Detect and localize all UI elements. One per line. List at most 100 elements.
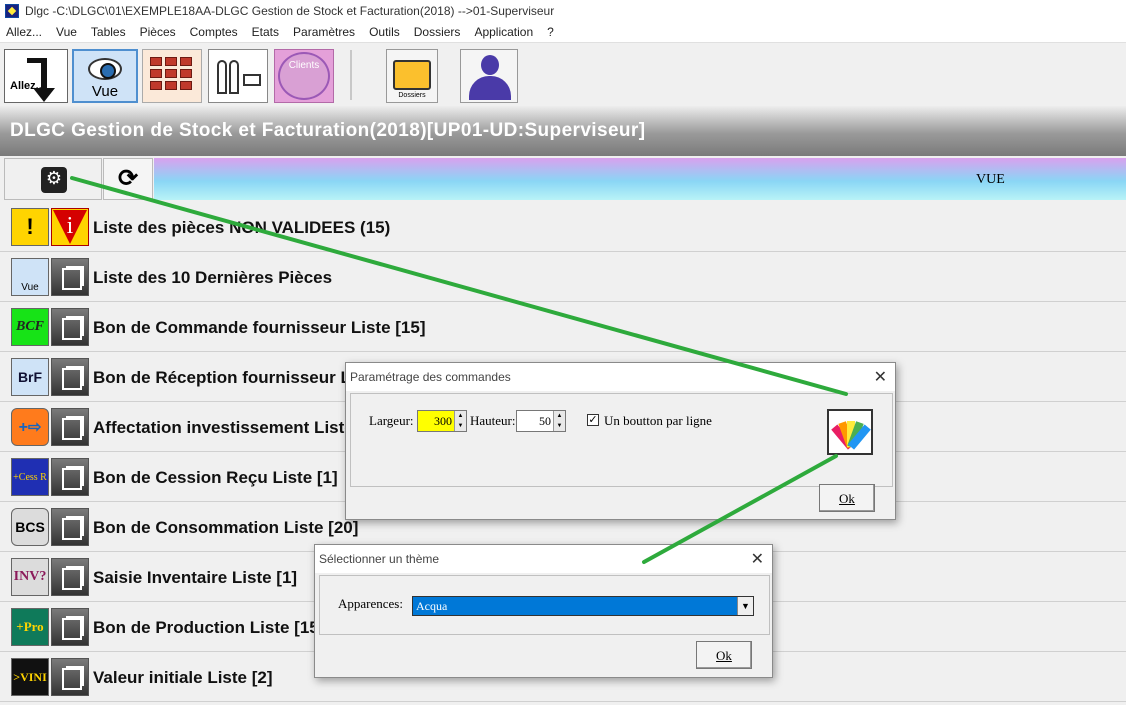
bcs-icon: BCS <box>11 508 49 546</box>
settings-button[interactable] <box>4 158 102 200</box>
vini-icon: >VINI <box>11 658 49 696</box>
list-item-label: Valeur initiale Liste [2] <box>93 668 273 687</box>
info-red-icon <box>51 208 89 246</box>
doctor-body <box>469 76 511 100</box>
app-logo-icon <box>5 4 19 18</box>
list-item-label: Bon de Production Liste [15] <box>93 618 325 637</box>
menu-dossiers[interactable]: Dossiers <box>408 25 469 39</box>
menu-help[interactable]: ? <box>541 25 562 39</box>
affectation-icon: +⇨ <box>11 408 49 446</box>
largeur-stepper[interactable]: 300 ▲ ▼ <box>417 410 467 432</box>
menu-vue[interactable]: Vue <box>50 25 85 39</box>
toolbar: Allez... Vue Clients Dossiers <box>0 44 1126 106</box>
people-cart-button[interactable] <box>208 49 268 103</box>
menu-comptes[interactable]: Comptes <box>184 25 246 39</box>
ok-button[interactable]: Ok <box>696 641 752 669</box>
list-item[interactable]: ! Liste des pièces NON VALIDEES (15) <box>0 202 1126 252</box>
folder-icon <box>393 60 431 90</box>
dialog-commandes: Paramétrage des commandes ✕ Largeur: 300… <box>345 362 896 520</box>
vue-bar-label: VUE <box>976 172 1005 187</box>
vue-button-label: Vue <box>91 83 119 100</box>
menu-parametres[interactable]: Paramètres <box>287 25 363 39</box>
grid-cell <box>165 57 177 66</box>
person-icon <box>217 60 227 94</box>
checkbox-label: Un boutton par ligne <box>604 413 712 428</box>
grid-cell <box>180 57 192 66</box>
app-window: Dlgc -C:\DLGC\01\EXEMPLE18AA-DLGC Gestio… <box>0 0 1126 705</box>
gear-icon <box>41 167 67 193</box>
dossiers-button[interactable]: Dossiers <box>386 49 438 103</box>
grid-cell <box>150 69 162 78</box>
document-icon <box>51 258 89 296</box>
grid-cell <box>180 69 192 78</box>
dialog-commandes-panel: Largeur: 300 ▲ ▼ Hauteur: 50 ▲ ▼ ✓ Un bout… <box>350 393 893 487</box>
toolbar-separator <box>350 50 352 100</box>
document-icon <box>51 408 89 446</box>
vue-button[interactable]: Vue <box>72 49 138 103</box>
refresh-button[interactable]: ⟳ <box>103 158 153 200</box>
menu-bar: Allez... Vue Tables Pièces Comptes Etats… <box>0 22 1126 43</box>
largeur-label: Largeur: <box>369 413 414 428</box>
document-icon <box>51 658 89 696</box>
menu-etats[interactable]: Etats <box>246 25 287 39</box>
apparences-value: Acqua <box>416 599 448 613</box>
menu-application[interactable]: Application <box>468 25 541 39</box>
hauteur-stepper[interactable]: 50 ▲ ▼ <box>516 410 566 432</box>
dossiers-button-label: Dossiers <box>398 92 426 99</box>
document-icon <box>51 558 89 596</box>
refresh-icon: ⟳ <box>117 165 139 192</box>
dialog-theme-title: Sélectionner un thème <box>315 545 772 573</box>
document-icon <box>51 608 89 646</box>
chevron-down-icon[interactable]: ▼ <box>737 597 753 615</box>
supervisor-button[interactable] <box>460 49 518 103</box>
vue-bar: VUE <box>154 158 1126 200</box>
person-icon <box>229 60 239 94</box>
menu-outils[interactable]: Outils <box>363 25 408 39</box>
title-bar: Dlgc -C:\DLGC\01\EXEMPLE18AA-DLGC Gestio… <box>0 0 1126 22</box>
list-item-label: Bon de Consommation Liste [20] <box>93 518 359 537</box>
grid-icon <box>150 57 162 66</box>
dialog-theme: Sélectionner un thème ✕ Apparences: Acqu… <box>314 544 773 678</box>
view-header-strip: ⟳ VUE <box>0 157 1126 202</box>
cart-icon <box>243 74 261 86</box>
theme-palette-button[interactable] <box>827 409 873 455</box>
spin-arrows-icon[interactable]: ▲ ▼ <box>553 411 565 431</box>
inventaire-icon: INV? <box>11 558 49 596</box>
brf-icon: BrF <box>11 358 49 396</box>
clients-button-label: Clients <box>288 60 320 71</box>
list-item-label: Bon de Cession Reçu Liste [1] <box>93 468 338 487</box>
menu-allez[interactable]: Allez... <box>0 25 50 39</box>
ok-button[interactable]: Ok <box>819 484 875 512</box>
cession-icon: +Cess R <box>11 458 49 496</box>
grid-cell <box>150 81 162 90</box>
eye-icon <box>88 58 122 80</box>
menu-tables[interactable]: Tables <box>85 25 134 39</box>
spin-arrows-icon[interactable]: ▲ ▼ <box>454 411 466 431</box>
allez-button[interactable]: Allez... <box>4 49 68 103</box>
banner-title: DLGC Gestion de Stock et Facturation(201… <box>10 120 646 141</box>
close-icon[interactable]: ✕ <box>874 367 887 387</box>
grid-cell <box>180 81 192 90</box>
list-item[interactable]: Vue Liste des 10 Dernières Pièces <box>0 252 1126 302</box>
apparences-select[interactable]: Acqua ▼ <box>412 596 754 616</box>
down-arrow-icon <box>27 58 55 102</box>
hauteur-label: Hauteur: <box>470 413 516 428</box>
menu-pieces[interactable]: Pièces <box>134 25 184 39</box>
list-item-label: Bon de Commande fournisseur Liste [15] <box>93 318 426 337</box>
list-item[interactable]: BCF Bon de Commande fournisseur Liste [1… <box>0 302 1126 352</box>
grid-cell <box>165 81 177 90</box>
dialog-theme-panel: Apparences: Acqua ▼ <box>319 575 770 635</box>
document-icon <box>51 308 89 346</box>
app-banner: DLGC Gestion de Stock et Facturation(201… <box>0 106 1126 156</box>
doctor-icon <box>481 55 499 75</box>
close-icon[interactable]: ✕ <box>751 549 764 569</box>
list-item-label: Liste des pièces NON VALIDEES (15) <box>93 218 391 237</box>
warning-icon: ! <box>11 208 49 246</box>
one-button-per-line-checkbox[interactable]: ✓ <box>587 414 599 426</box>
window-title: Dlgc -C:\DLGC\01\EXEMPLE18AA-DLGC Gestio… <box>25 4 555 18</box>
clients-button[interactable]: Clients <box>274 49 334 103</box>
list-item-label: Liste des 10 Dernières Pièces <box>93 268 333 287</box>
grid-cell <box>165 69 177 78</box>
grid-button[interactable] <box>142 49 202 103</box>
bcf-icon: BCF <box>11 308 49 346</box>
